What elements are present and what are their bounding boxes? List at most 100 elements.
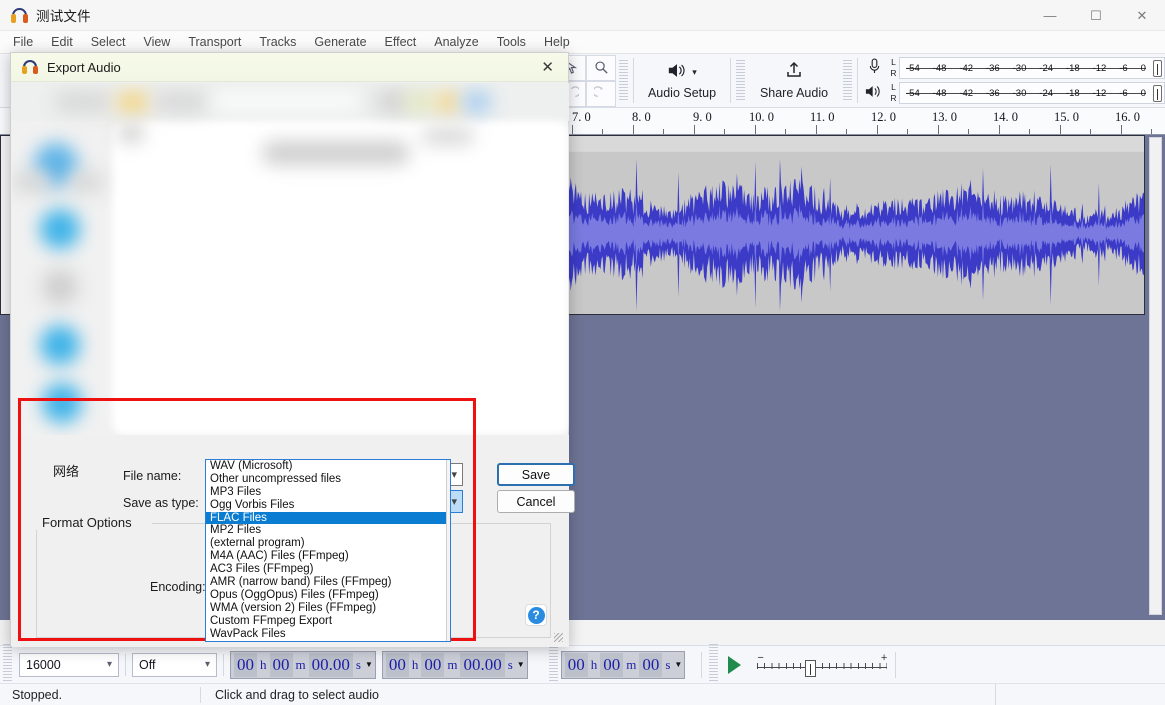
meter-tick: -48 bbox=[933, 63, 947, 74]
dialog-close-icon[interactable]: ✕ bbox=[541, 58, 554, 76]
toolbar-grip[interactable] bbox=[3, 644, 12, 686]
time-digit[interactable]: 00 bbox=[565, 653, 588, 677]
toolbar-grip[interactable] bbox=[709, 644, 718, 686]
chevron-down-icon[interactable]: ▾ bbox=[205, 659, 210, 670]
status-hint: Click and drag to select audio bbox=[201, 688, 995, 702]
time-digit[interactable]: 00 bbox=[386, 653, 409, 677]
time-digit[interactable]: 00 bbox=[639, 653, 662, 677]
menu-item-view[interactable]: View bbox=[134, 31, 179, 54]
ruler-label: 14. 0 bbox=[993, 110, 1018, 125]
time-digit[interactable]: 00 bbox=[600, 653, 623, 677]
dropdown-option[interactable]: Ogg Vorbis Files bbox=[206, 499, 450, 512]
meter-tick: -42 bbox=[959, 88, 973, 99]
audio-position-time[interactable]: 00 h 00 m 00 s ▼ bbox=[561, 651, 686, 679]
help-button[interactable]: ? bbox=[525, 604, 547, 626]
dropdown-option[interactable]: M4A (AAC) Files (FFmpeg) bbox=[206, 550, 450, 563]
dropdown-option[interactable]: MP3 Files bbox=[206, 486, 450, 499]
maximize-button[interactable]: ☐ bbox=[1073, 0, 1119, 31]
redo-tool-icon[interactable] bbox=[586, 81, 616, 107]
speaker-icon[interactable] bbox=[860, 84, 888, 102]
time-unit-h: h bbox=[591, 657, 598, 673]
chevron-down-icon[interactable]: ▾ bbox=[451, 495, 457, 508]
snap-to-select[interactable]: Off ▾ bbox=[132, 653, 217, 677]
toolbar-divider bbox=[895, 652, 896, 678]
menu-item-tracks[interactable]: Tracks bbox=[250, 31, 305, 54]
time-digit[interactable]: 00.00 bbox=[460, 653, 504, 677]
menu-item-tools[interactable]: Tools bbox=[488, 31, 535, 54]
recording-meter-thumb[interactable] bbox=[1153, 60, 1162, 77]
save-as-type-dropdown[interactable]: WAV (Microsoft)Other uncompressed filesM… bbox=[205, 459, 451, 642]
playback-meter[interactable]: L R -54 -48 -42 -36 -30 -24 -18 -12 -6 bbox=[860, 81, 1165, 106]
toolbar-grip[interactable] bbox=[843, 60, 852, 102]
chevron-down-icon[interactable]: ▾ bbox=[451, 468, 457, 481]
meter-tick: -42 bbox=[959, 63, 973, 74]
zoom-slider[interactable]: − + bbox=[757, 652, 887, 678]
chevron-down-icon[interactable]: ▼ bbox=[674, 660, 682, 669]
dropdown-option[interactable]: FLAC Files bbox=[206, 512, 450, 525]
time-digit[interactable]: 00.00 bbox=[309, 653, 353, 677]
status-state: Stopped. bbox=[0, 688, 200, 702]
menu-item-select[interactable]: Select bbox=[82, 31, 135, 54]
time-digit[interactable]: 00 bbox=[421, 653, 444, 677]
vertical-scrollbar[interactable] bbox=[1149, 137, 1162, 615]
audio-setup-button[interactable]: ▾ Audio Setup bbox=[636, 56, 728, 106]
bottom-toolbar: 16000 ▾ Off ▾ 00 h 00 m 00.00 s ▼ 00 h 0… bbox=[0, 645, 1165, 683]
menu-item-file[interactable]: File bbox=[4, 31, 42, 54]
menu-item-effect[interactable]: Effect bbox=[376, 31, 426, 54]
recording-meter[interactable]: L R -54 -48 -42 -36 -30 -24 -18 -12 -6 bbox=[860, 56, 1165, 81]
close-button[interactable]: ✕ bbox=[1119, 0, 1165, 31]
chevron-down-icon[interactable]: ▾ bbox=[107, 659, 112, 670]
toolbar-grip[interactable] bbox=[736, 60, 745, 102]
meter-left-label: L bbox=[888, 57, 899, 68]
status-bar: Stopped. Click and drag to select audio bbox=[0, 683, 1165, 705]
menu-item-generate[interactable]: Generate bbox=[305, 31, 375, 54]
dropdown-option[interactable]: Other uncompressed files bbox=[206, 473, 450, 486]
time-unit-h: h bbox=[412, 657, 419, 673]
dropdown-option[interactable]: WavPack Files bbox=[206, 628, 450, 641]
recording-meter-bar[interactable]: -54 -48 -42 -36 -30 -24 -18 -12 -6 0 bbox=[899, 57, 1165, 79]
ruler-label: 13. 0 bbox=[932, 110, 957, 125]
dropdown-option[interactable]: AMR (narrow band) Files (FFmpeg) bbox=[206, 576, 450, 589]
playback-meter-bar[interactable]: -54 -48 -42 -36 -30 -24 -18 -12 -6 0 bbox=[899, 82, 1165, 104]
play-icon[interactable] bbox=[721, 652, 747, 678]
project-rate-select[interactable]: 16000 ▾ bbox=[19, 653, 119, 677]
dropdown-option[interactable]: Opus (OggOpus) Files (FFmpeg) bbox=[206, 589, 450, 602]
dropdown-option[interactable]: WAV (Microsoft) bbox=[206, 460, 450, 473]
time-digit[interactable]: 00 bbox=[270, 653, 293, 677]
snap-to-value: Off bbox=[139, 658, 155, 672]
toolbar-divider bbox=[857, 58, 858, 103]
dropdown-option[interactable]: (external program) bbox=[206, 537, 450, 550]
audacity-headphones-icon bbox=[22, 59, 38, 75]
dropdown-scrollbar[interactable] bbox=[446, 460, 450, 641]
playback-meter-thumb[interactable] bbox=[1153, 85, 1162, 102]
toolbar-grip[interactable] bbox=[619, 60, 628, 102]
zoom-tool-icon[interactable] bbox=[586, 55, 616, 81]
chevron-down-icon[interactable]: ▼ bbox=[517, 660, 525, 669]
minimize-button[interactable]: — bbox=[1027, 0, 1073, 31]
menu-item-analyze[interactable]: Analyze bbox=[425, 31, 487, 54]
chevron-down-icon[interactable]: ▾ bbox=[692, 67, 697, 78]
dropdown-option[interactable]: MP2 Files bbox=[206, 524, 450, 537]
chevron-down-icon[interactable]: ▼ bbox=[365, 660, 373, 669]
menu-item-help[interactable]: Help bbox=[535, 31, 579, 54]
selection-start-time[interactable]: 00 h 00 m 00.00 s ▼ bbox=[230, 651, 376, 679]
microphone-icon[interactable] bbox=[860, 58, 888, 78]
menu-item-edit[interactable]: Edit bbox=[42, 31, 82, 54]
file-browser-blurred-area[interactable] bbox=[12, 83, 569, 435]
dropdown-option[interactable]: WMA (version 2) Files (FFmpeg) bbox=[206, 602, 450, 615]
time-digit[interactable]: 00 bbox=[234, 653, 257, 677]
zoom-slider-thumb[interactable] bbox=[805, 660, 816, 677]
toolbar-grip[interactable] bbox=[549, 644, 558, 686]
dialog-resize-grip[interactable] bbox=[554, 633, 563, 642]
meter-tick: -12 bbox=[1093, 63, 1107, 74]
share-audio-button[interactable]: Share Audio bbox=[748, 56, 840, 106]
save-button[interactable]: Save bbox=[497, 463, 575, 486]
selection-end-time[interactable]: 00 h 00 m 00.00 s ▼ bbox=[382, 651, 528, 679]
meter-tick: -30 bbox=[1013, 88, 1027, 99]
dropdown-option[interactable]: AC3 Files (FFmpeg) bbox=[206, 563, 450, 576]
cancel-button[interactable]: Cancel bbox=[497, 490, 575, 513]
menu-item-transport[interactable]: Transport bbox=[179, 31, 250, 54]
time-unit-s: s bbox=[356, 657, 361, 673]
dropdown-option[interactable]: Custom FFmpeg Export bbox=[206, 615, 450, 628]
toolbar-divider bbox=[125, 654, 126, 676]
